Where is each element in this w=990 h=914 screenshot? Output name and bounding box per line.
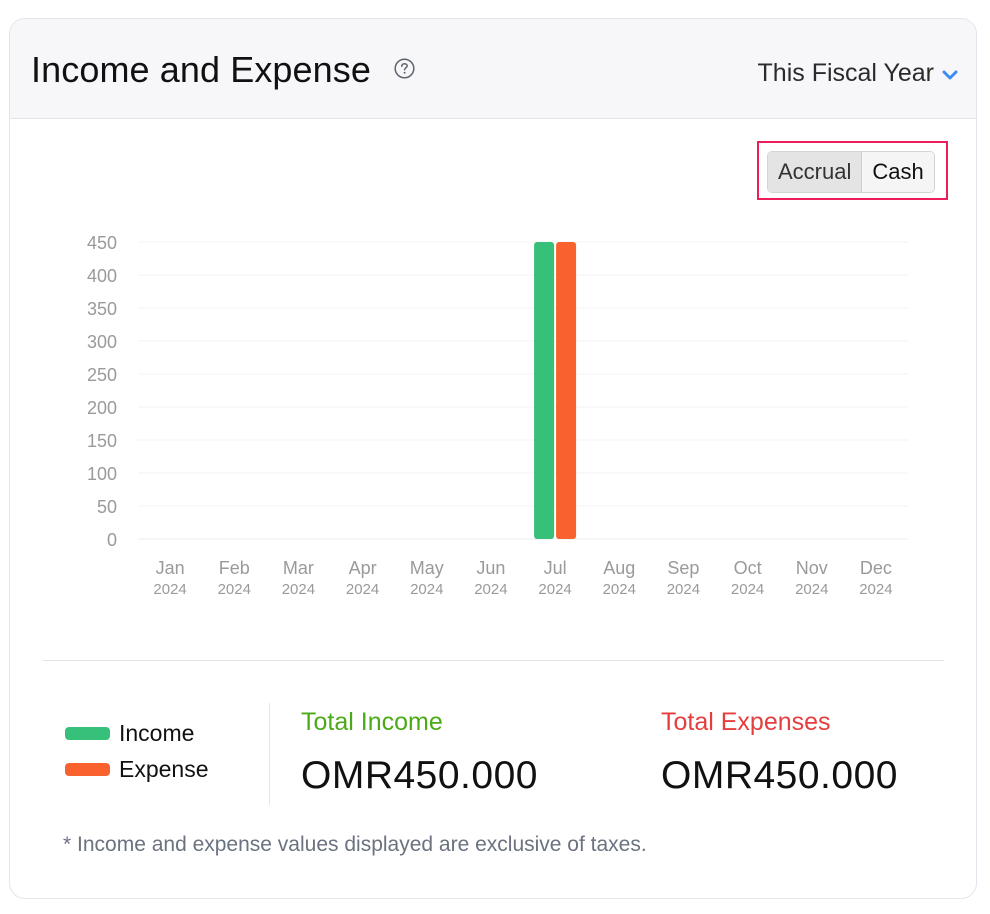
y-tick-label: 300: [87, 332, 117, 352]
income-expense-widget: Income and Expense This Fiscal Year Accr…: [9, 18, 977, 899]
total-income-label: Total Income: [301, 708, 443, 736]
x-tick-year: 2024: [474, 581, 507, 598]
total-expenses: Total Expenses OMR450.000: [661, 708, 898, 798]
x-tick-year: 2024: [603, 581, 636, 598]
chart-legend: Income Expense: [65, 715, 209, 787]
y-tick-label: 400: [87, 266, 117, 286]
x-tick-month: Dec: [860, 558, 892, 578]
x-tick-year: 2024: [538, 581, 571, 598]
expense-swatch: [65, 762, 110, 776]
x-tick-year: 2024: [667, 581, 700, 598]
x-tick-month: Apr: [349, 558, 377, 578]
legend-label-expense: Expense: [119, 755, 209, 782]
x-tick-month: Feb: [219, 558, 250, 578]
y-tick-label: 100: [87, 464, 117, 484]
bar-expense-jul: [556, 242, 577, 539]
x-tick-year: 2024: [795, 581, 828, 598]
x-tick-month: Mar: [283, 558, 314, 578]
x-tick-month: Oct: [734, 558, 762, 578]
x-tick-month: Jan: [156, 558, 185, 578]
legend-item-income[interactable]: Income: [65, 715, 209, 751]
x-tick-year: 2024: [859, 581, 892, 598]
x-tick-month: Nov: [796, 558, 828, 578]
total-expenses-value: OMR450.000: [661, 754, 898, 797]
section-divider: [43, 660, 944, 661]
x-tick-month: Sep: [667, 558, 699, 578]
x-tick-year: 2024: [153, 581, 186, 598]
income-swatch: [65, 726, 110, 740]
x-tick-month: May: [410, 558, 444, 578]
y-tick-label: 0: [107, 530, 117, 550]
x-tick-month: Aug: [603, 558, 635, 578]
legend-item-expense[interactable]: Expense: [65, 751, 209, 787]
x-tick-year: 2024: [731, 581, 764, 598]
y-tick-label: 200: [87, 398, 117, 418]
income-expense-bar-chart: 0 50 100 150 200 250 300 350 400 450 Jan 2024 Feb 202…: [87, 233, 908, 598]
tax-footnote: * Income and expense values displayed ar…: [63, 833, 647, 856]
x-tick-year: 2024: [346, 581, 379, 598]
x-tick-year: 2024: [410, 581, 443, 598]
y-tick-label: 150: [87, 431, 117, 451]
bar-income-jul: [534, 242, 555, 539]
x-tick-year: 2024: [282, 581, 315, 598]
y-tick-label: 50: [97, 497, 117, 517]
total-income: Total Income OMR450.000: [301, 708, 538, 798]
x-tick-year: 2024: [218, 581, 251, 598]
legend-label-income: Income: [119, 719, 195, 746]
x-tick-month: Jul: [544, 558, 567, 578]
total-income-value: OMR450.000: [301, 754, 538, 797]
total-expenses-label: Total Expenses: [661, 708, 831, 736]
y-tick-label: 250: [87, 365, 117, 385]
y-tick-label: 450: [87, 233, 117, 253]
x-tick-month: Jun: [476, 558, 505, 578]
y-tick-label: 350: [87, 299, 117, 319]
legend-separator: [269, 703, 270, 805]
